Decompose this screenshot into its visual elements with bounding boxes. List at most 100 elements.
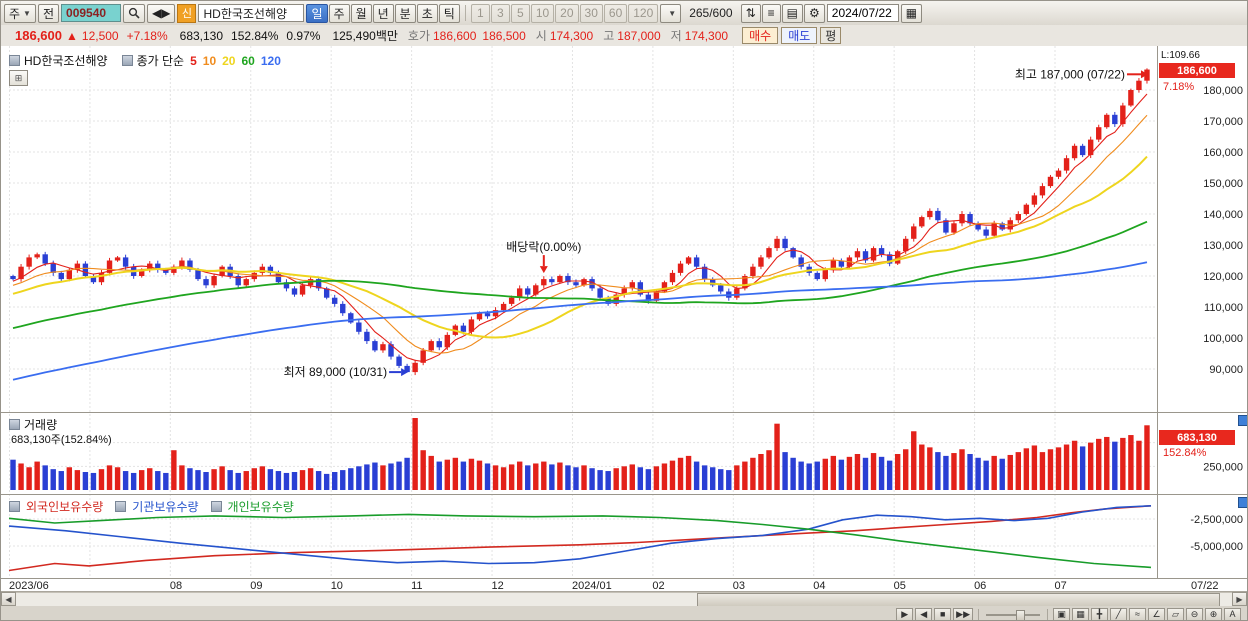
avg-button[interactable]: 평 (820, 27, 842, 44)
interval-button-120[interactable]: 120 (628, 3, 659, 23)
svg-text:180,000: 180,000 (1203, 85, 1243, 97)
chart-toolbar: 주 ▼ 전 ◀▶ 신 HD한국조선해양 일주월년분초틱 135102030601… (1, 1, 1247, 26)
svg-text:06: 06 (974, 580, 986, 591)
pane-icon (121, 55, 133, 66)
svg-text:07: 07 (1054, 580, 1066, 591)
svg-text:09: 09 (250, 580, 262, 591)
interval-button-30[interactable]: 30 (579, 3, 603, 23)
all-market-button[interactable]: 전 (37, 3, 60, 23)
volume-badge-pct: 152.84% (1163, 447, 1207, 459)
period-button-월[interactable]: 월 (350, 3, 372, 23)
interval-button-5[interactable]: 5 (510, 3, 530, 23)
pane-icon (115, 501, 127, 512)
price-change-pct: +7.18% (126, 28, 168, 43)
pane-icon (9, 55, 20, 66)
svg-text:170,000: 170,000 (1203, 116, 1243, 128)
period-button-분[interactable]: 분 (394, 3, 416, 23)
ma-legend-10: 10 (202, 53, 217, 68)
volume-pane-expand-button[interactable] (1238, 415, 1247, 426)
zoom-in-button[interactable]: ⊕ (1205, 607, 1222, 620)
type-combo[interactable]: 주 ▼ (4, 3, 36, 23)
stock-code-input[interactable] (61, 4, 122, 22)
print-icon[interactable]: ▤ (781, 3, 803, 23)
holders-pane-header: 외국인보유수량 기관보유수량 개인보유수량 (9, 498, 304, 515)
zoom-out-button[interactable]: ⊖ (1186, 607, 1203, 620)
bar-count-label: 265/600 (689, 6, 733, 20)
period-button-틱[interactable]: 틱 (438, 3, 460, 23)
interval-button-60[interactable]: 60 (603, 3, 628, 23)
gear-icon[interactable]: ⚙ (804, 3, 825, 23)
speed-slider[interactable] (984, 608, 1042, 620)
svg-text:160,000: 160,000 (1203, 147, 1243, 159)
chevron-down-icon: ▼ (23, 8, 31, 18)
wave-tool-icon[interactable]: ≈ (1129, 607, 1146, 620)
divider (978, 608, 979, 620)
slider-handle[interactable] (1016, 609, 1025, 620)
toolbar-icon-group: ⇅ ≡ ▤ ⚙ (740, 3, 825, 23)
pane-icon (9, 501, 20, 512)
svg-text:120,000: 120,000 (1203, 271, 1243, 283)
svg-text:2024/01: 2024/01 (572, 580, 612, 591)
scroll-left-button[interactable]: ◀ (1, 592, 16, 606)
chart-area: 180,000 170,000 160,000 150,000 140,000 130,0… (1, 46, 1247, 591)
sell-button[interactable]: 매도 (781, 27, 818, 44)
text-tool-button[interactable]: A (1224, 607, 1241, 620)
playback-group: ▶ ◀ ■ ▶▶ (896, 607, 973, 620)
play-button[interactable]: ▶ (896, 607, 914, 620)
calendar-button[interactable]: ▦ (900, 3, 923, 23)
period-button-년[interactable]: 년 (372, 3, 394, 23)
period-button-주[interactable]: 주 (328, 3, 350, 23)
holders-pane-expand-button[interactable] (1238, 497, 1247, 508)
price-change: 12,500 (81, 28, 119, 43)
stock-prev-next-button[interactable]: ◀▶ (147, 3, 176, 23)
svg-text:03: 03 (733, 580, 745, 591)
scrollbar-track[interactable] (16, 592, 1232, 607)
date-input[interactable] (826, 4, 899, 22)
horizontal-scrollbar[interactable]: ◀ ▶ (1, 591, 1247, 607)
crosshair-tool-icon[interactable]: ╋ (1091, 607, 1108, 620)
pane-icon (9, 419, 20, 430)
turnover-pct: 0.97% (286, 28, 321, 43)
edit-list-icon[interactable]: ≡ (761, 3, 781, 23)
volume-summary: 683,130주(152.84%) (11, 434, 112, 446)
price-pane-header: HD한국조선해양 종가 단순 5 10 20 60 120 (9, 52, 281, 69)
new-window-icon[interactable]: ▣ (1053, 607, 1070, 620)
holders-series-label: 기관보유수량 (132, 500, 199, 514)
chevron-down-icon: ▼ (668, 8, 677, 18)
search-icon (128, 7, 140, 19)
volume-ratio: 152.84% (231, 28, 279, 43)
interval-button-3[interactable]: 3 (490, 3, 510, 23)
angle-tool-icon[interactable]: ∠ (1148, 607, 1165, 620)
shape-tool-icon[interactable]: ▱ (1167, 607, 1184, 620)
fast-forward-button[interactable]: ▶▶ (953, 607, 973, 620)
ma-legend: 5 10 20 60 120 (184, 54, 281, 68)
trendline-tool-icon[interactable]: ╱ (1110, 607, 1127, 620)
interval-dropdown[interactable]: ▼ (660, 3, 682, 23)
period-button-초[interactable]: 초 (416, 3, 438, 23)
interval-button-1[interactable]: 1 (470, 3, 490, 23)
step-back-button[interactable]: ◀ (915, 607, 933, 620)
holders-series-label: 개인보유수량 (227, 500, 294, 514)
svg-text:07/22: 07/22 (1191, 580, 1219, 591)
trade-amount: 125,490백만 (332, 29, 398, 43)
calendar-icon: ▦ (905, 6, 918, 20)
stop-button[interactable]: ■ (934, 607, 952, 620)
interval-button-20[interactable]: 20 (555, 3, 579, 23)
compare-icon[interactable]: ⇅ (740, 3, 761, 23)
type-combo-label: 주 (9, 6, 21, 21)
scroll-right-button[interactable]: ▶ (1232, 592, 1247, 606)
chart-grid-button[interactable]: ⊞ (9, 70, 28, 86)
holders-series-label: 외국인보유수량 (26, 500, 104, 514)
search-button[interactable] (123, 3, 146, 23)
scrollbar-thumb[interactable] (696, 593, 1220, 607)
buy-button[interactable]: 매수 (742, 27, 779, 44)
svg-text:140,000: 140,000 (1203, 209, 1243, 221)
ma-legend-5: 5 (190, 53, 197, 68)
ma-legend-60: 60 (241, 53, 255, 68)
interval-button-10[interactable]: 10 (530, 3, 555, 23)
period-button-일[interactable]: 일 (306, 3, 328, 23)
dual-window-icon[interactable]: ▦ (1072, 607, 1089, 620)
svg-text:-5,000,000: -5,000,000 (1190, 541, 1243, 553)
high-label: 고 (603, 29, 615, 43)
ask-price: 186,600 (433, 28, 477, 43)
